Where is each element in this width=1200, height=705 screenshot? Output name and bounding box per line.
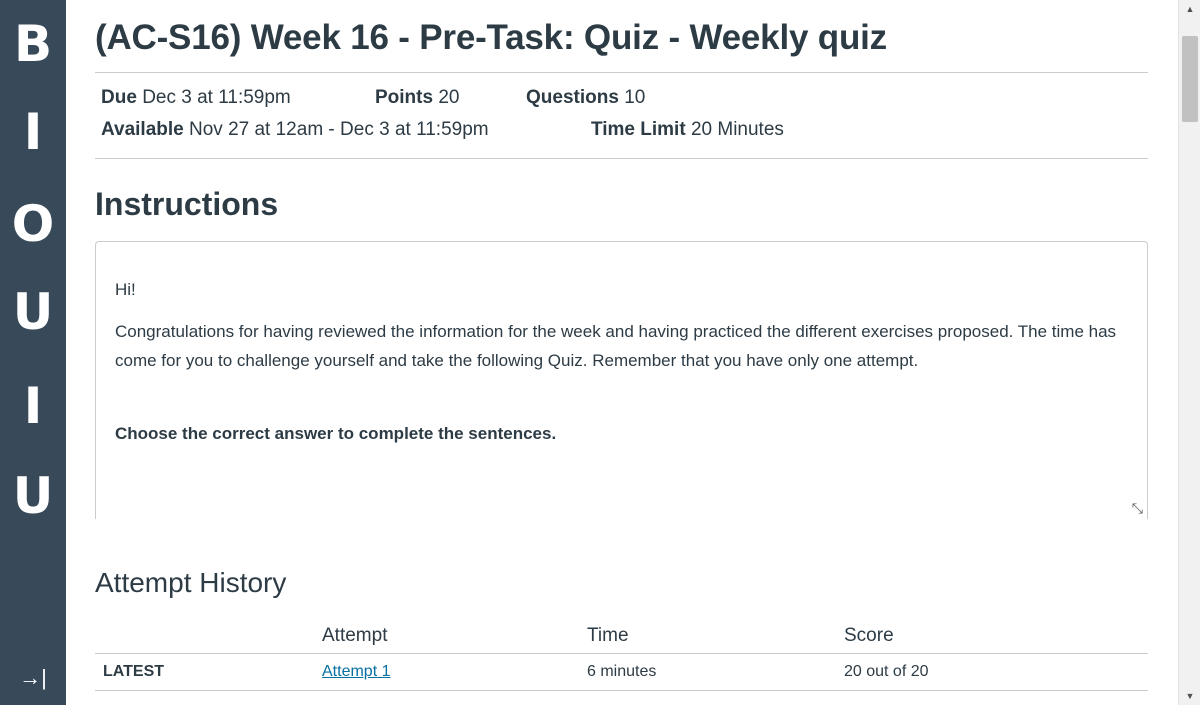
questions-label: Questions — [526, 87, 619, 108]
instructions-emphasis: Choose the correct answer to complete th… — [115, 424, 557, 443]
attempt-time: 6 minutes — [587, 653, 844, 691]
nav-letter[interactable]: I — [0, 378, 66, 434]
available-detail: Available Nov 27 at 12am - Dec 3 at 11:5… — [101, 119, 489, 141]
available-value: Nov 27 at 12am - Dec 3 at 11:59pm — [189, 119, 489, 140]
column-header — [95, 620, 322, 654]
divider — [95, 158, 1148, 159]
scroll-up-icon[interactable]: ▲ — [1179, 4, 1200, 14]
points-label: Points — [375, 87, 434, 108]
vertical-scrollbar[interactable]: ▲ ▼ — [1178, 0, 1200, 705]
column-header: Score — [844, 620, 1148, 654]
scroll-down-icon[interactable]: ▼ — [1179, 691, 1200, 701]
available-label: Available — [101, 119, 184, 140]
due-label: Due — [101, 87, 137, 108]
instructions-heading: Instructions — [95, 186, 279, 222]
attempt-history-table: Attempt Time Score LATEST Attempt 1 6 mi… — [95, 620, 1148, 691]
scrollbar-thumb[interactable] — [1182, 36, 1198, 122]
divider — [95, 72, 1148, 73]
instructions-box[interactable]: Hi! Congratulations for having reviewed … — [95, 241, 1148, 519]
nav-letter[interactable]: I — [0, 104, 66, 160]
time-limit-value: 20 Minutes — [690, 119, 784, 140]
time-limit-label: Time Limit — [591, 119, 686, 140]
points-value: 20 — [438, 87, 460, 108]
nav-letter[interactable]: B — [0, 16, 66, 72]
quiz-details-row-1: Due Dec 3 at 11:59pm — [101, 87, 291, 109]
instructions-body: Congratulations for having reviewed the … — [115, 322, 1117, 370]
attempt-link[interactable]: Attempt 1 — [322, 663, 390, 680]
latest-label: LATEST — [95, 653, 322, 691]
table-row: LATEST Attempt 1 6 minutes 20 out of 20 — [95, 653, 1148, 691]
nav-letter[interactable]: U — [0, 284, 66, 340]
attempt-history-heading: Attempt History — [95, 567, 287, 598]
points-detail: Points 20 — [375, 87, 459, 109]
nav-letter[interactable]: O — [0, 196, 66, 252]
resize-handle-icon[interactable]: ⤡ — [1132, 500, 1143, 517]
time-limit-detail: Time Limit 20 Minutes — [591, 119, 784, 141]
attempt-score: 20 out of 20 — [844, 653, 1148, 691]
column-header: Attempt — [322, 620, 587, 654]
due-value: Dec 3 at 11:59pm — [142, 87, 291, 108]
nav-letter[interactable]: U — [0, 468, 66, 524]
questions-detail: Questions 10 — [526, 87, 645, 109]
questions-value: 10 — [624, 87, 646, 108]
collapse-nav-icon[interactable]: →| — [0, 665, 66, 691]
instructions-greeting: Hi! — [115, 280, 136, 299]
column-header: Time — [587, 620, 844, 654]
left-nav-strip: B I O U I U →| — [0, 0, 66, 705]
table-header-row: Attempt Time Score — [95, 620, 1148, 654]
page-title: (AC-S16) Week 16 - Pre-Task: Quiz - Week… — [95, 18, 887, 57]
